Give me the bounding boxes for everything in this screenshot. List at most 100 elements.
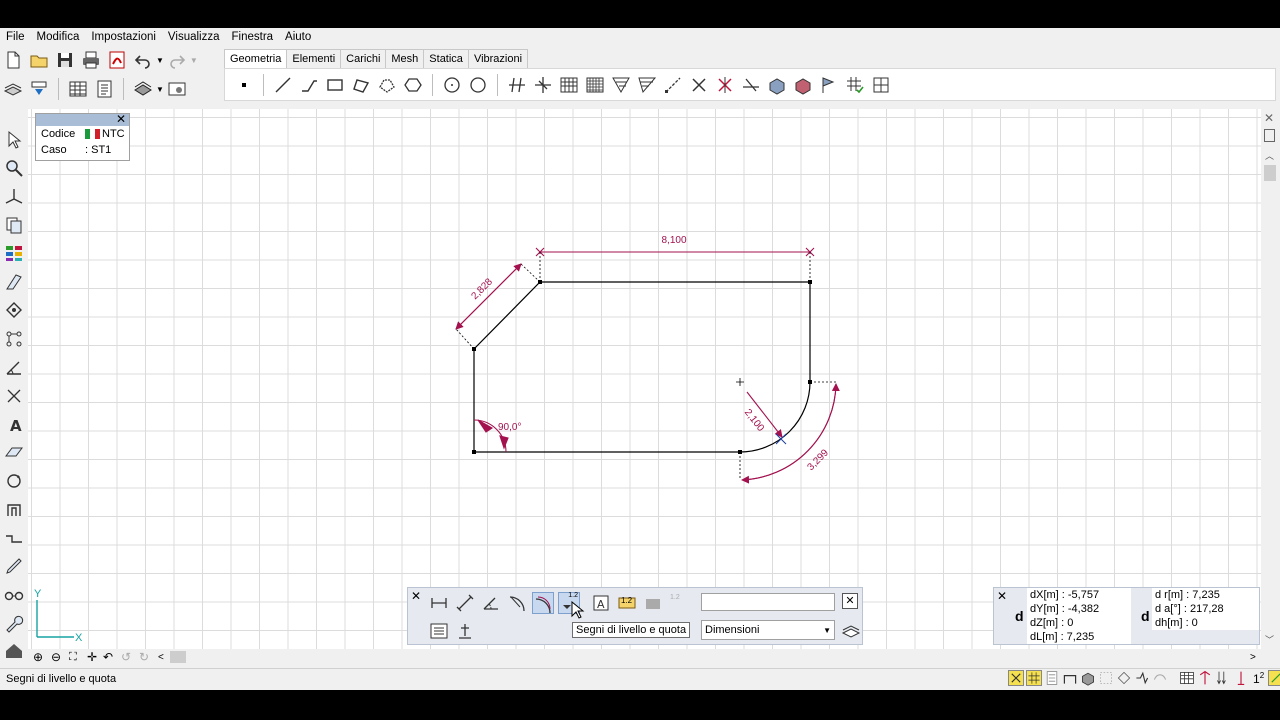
grid-toggle-icon[interactable] xyxy=(1026,670,1042,686)
undo-dropdown-icon[interactable]: ▼ xyxy=(156,56,164,65)
vertical-scrollbar[interactable]: ✕ ︿ ﹀ xyxy=(1262,109,1278,649)
export-toggle-icon[interactable] xyxy=(1268,670,1280,686)
pan-icon[interactable]: ✛ xyxy=(87,650,97,664)
new-file-icon[interactable] xyxy=(2,49,24,71)
zoom-back-icon[interactable]: ↺ xyxy=(121,650,131,664)
layers-icon[interactable] xyxy=(2,78,24,100)
axis-toggle-icon[interactable] xyxy=(1197,670,1213,686)
grid-nodes-icon[interactable] xyxy=(3,328,25,349)
curve-toggle-icon[interactable] xyxy=(1152,670,1168,686)
restore-doc-icon[interactable] xyxy=(1264,129,1275,142)
plane-tool-icon[interactable] xyxy=(3,442,25,463)
circle-icon[interactable] xyxy=(441,74,463,96)
clear-input-button[interactable]: ✕ xyxy=(842,593,858,609)
drawing-svg[interactable]: 8,100 2,828 90,0° 2,100 3,299 Y X xyxy=(28,109,1261,649)
zoom-in-icon[interactable]: ⊕ xyxy=(33,650,43,664)
offset-tool-icon[interactable] xyxy=(3,527,25,548)
solid-toggle-icon[interactable] xyxy=(1080,670,1096,686)
angle-dimension-icon[interactable] xyxy=(3,356,25,377)
pencil-icon[interactable] xyxy=(3,555,25,576)
table-toggle-icon[interactable] xyxy=(1179,670,1195,686)
intersect-icon[interactable] xyxy=(506,74,528,96)
line-icon[interactable] xyxy=(272,74,294,96)
redo-dropdown-icon[interactable]: ▼ xyxy=(190,56,198,65)
arc-dimension-icon[interactable] xyxy=(532,592,554,614)
grid-icon[interactable] xyxy=(558,74,580,96)
close-icon[interactable]: ✕ xyxy=(116,112,126,126)
flag-icon[interactable] xyxy=(818,74,840,96)
hexagon-icon[interactable] xyxy=(402,74,424,96)
scroll-thumb-vertical[interactable] xyxy=(1264,165,1276,181)
table-icon[interactable] xyxy=(67,78,89,100)
loads-toggle-icon[interactable] xyxy=(1215,670,1231,686)
dimension-style-select[interactable]: Dimensioni ▼ xyxy=(701,620,835,640)
menu-visualizza[interactable]: Visualizza xyxy=(162,31,226,43)
wrench-icon[interactable] xyxy=(3,612,25,633)
polygon-icon[interactable] xyxy=(350,74,372,96)
edit-dimension-icon[interactable] xyxy=(454,620,476,642)
properties-list-icon[interactable] xyxy=(428,620,450,642)
layer-style-icon[interactable] xyxy=(840,620,862,642)
menu-finestra[interactable]: Finestra xyxy=(226,31,280,43)
zoom-icon[interactable] xyxy=(3,157,25,178)
scroll-thumb-horizontal[interactable] xyxy=(170,651,186,663)
home-icon[interactable] xyxy=(3,641,25,662)
zoom-forward-icon[interactable]: ↻ xyxy=(139,650,149,664)
node-edit-icon[interactable] xyxy=(3,300,25,321)
split-icon[interactable] xyxy=(532,74,554,96)
solid-3d-icon[interactable] xyxy=(766,74,788,96)
rotate-tool-icon[interactable] xyxy=(3,470,25,491)
tab-statica[interactable]: Statica xyxy=(423,49,469,68)
screenshot-icon[interactable] xyxy=(166,78,188,100)
diagonal-icon[interactable] xyxy=(662,74,684,96)
redo-icon[interactable] xyxy=(166,49,188,71)
print-icon[interactable] xyxy=(80,49,102,71)
glasses-icon[interactable] xyxy=(3,584,25,605)
snap-tool-icon[interactable] xyxy=(3,385,25,406)
circle-3pt-icon[interactable] xyxy=(467,74,489,96)
trim-icon[interactable] xyxy=(740,74,762,96)
grid-skew-icon[interactable] xyxy=(610,74,632,96)
copy-icon[interactable] xyxy=(3,214,25,235)
arc-polygon-icon[interactable] xyxy=(376,74,398,96)
units-icon[interactable] xyxy=(28,78,50,100)
point-icon[interactable] xyxy=(233,74,255,96)
grid-skew-2-icon[interactable] xyxy=(636,74,658,96)
save-icon[interactable] xyxy=(54,49,76,71)
text-tool-icon[interactable]: A xyxy=(3,413,25,434)
zoom-out-icon[interactable]: ⊖ xyxy=(51,650,61,664)
tab-elementi[interactable]: Elementi xyxy=(286,49,342,68)
scroll-right-icon[interactable]: > xyxy=(1250,652,1256,663)
layer-stack-icon[interactable] xyxy=(132,78,154,100)
pdf-export-icon[interactable] xyxy=(106,49,128,71)
report-icon[interactable] xyxy=(93,78,115,100)
menu-impostazioni[interactable]: Impostazioni xyxy=(85,31,162,43)
color-palette-icon[interactable] xyxy=(3,243,25,264)
drawing-canvas[interactable]: 8,100 2,828 90,0° 2,100 3,299 Y X xyxy=(28,109,1261,649)
cross-icon[interactable] xyxy=(688,74,710,96)
horizontal-dimension-icon[interactable] xyxy=(428,592,450,614)
supports-toggle-icon[interactable] xyxy=(1233,670,1249,686)
close-doc-icon[interactable]: ✕ xyxy=(1264,111,1274,125)
open-folder-icon[interactable] xyxy=(28,49,50,71)
aligned-dimension-icon[interactable] xyxy=(454,592,476,614)
snap-toggle-icon[interactable] xyxy=(1008,670,1024,686)
frame-toggle-icon[interactable] xyxy=(1062,670,1078,686)
relations-toggle-icon[interactable] xyxy=(1134,670,1150,686)
node-toggle-icon[interactable] xyxy=(1098,670,1114,686)
numbering-toggle-label[interactable]: 12 xyxy=(1253,671,1264,686)
undo-icon[interactable] xyxy=(132,49,154,71)
menu-modifica[interactable]: Modifica xyxy=(31,31,86,43)
tab-vibrazioni[interactable]: Vibrazioni xyxy=(467,49,529,68)
tab-geometria[interactable]: Geometria xyxy=(224,49,288,68)
grid-snap-icon[interactable] xyxy=(870,74,892,96)
dimension-text-input[interactable] xyxy=(701,593,835,611)
radius-dimension-icon[interactable] xyxy=(506,592,528,614)
text-box-icon[interactable]: A xyxy=(590,592,612,614)
list-toggle-icon[interactable] xyxy=(1044,670,1060,686)
grid-check-icon[interactable] xyxy=(844,74,866,96)
select-pointer-icon[interactable] xyxy=(3,129,25,150)
close-icon[interactable]: ✕ xyxy=(997,589,1007,603)
dims-toggle-icon[interactable] xyxy=(1116,670,1132,686)
frame-tool-icon[interactable] xyxy=(3,498,25,519)
